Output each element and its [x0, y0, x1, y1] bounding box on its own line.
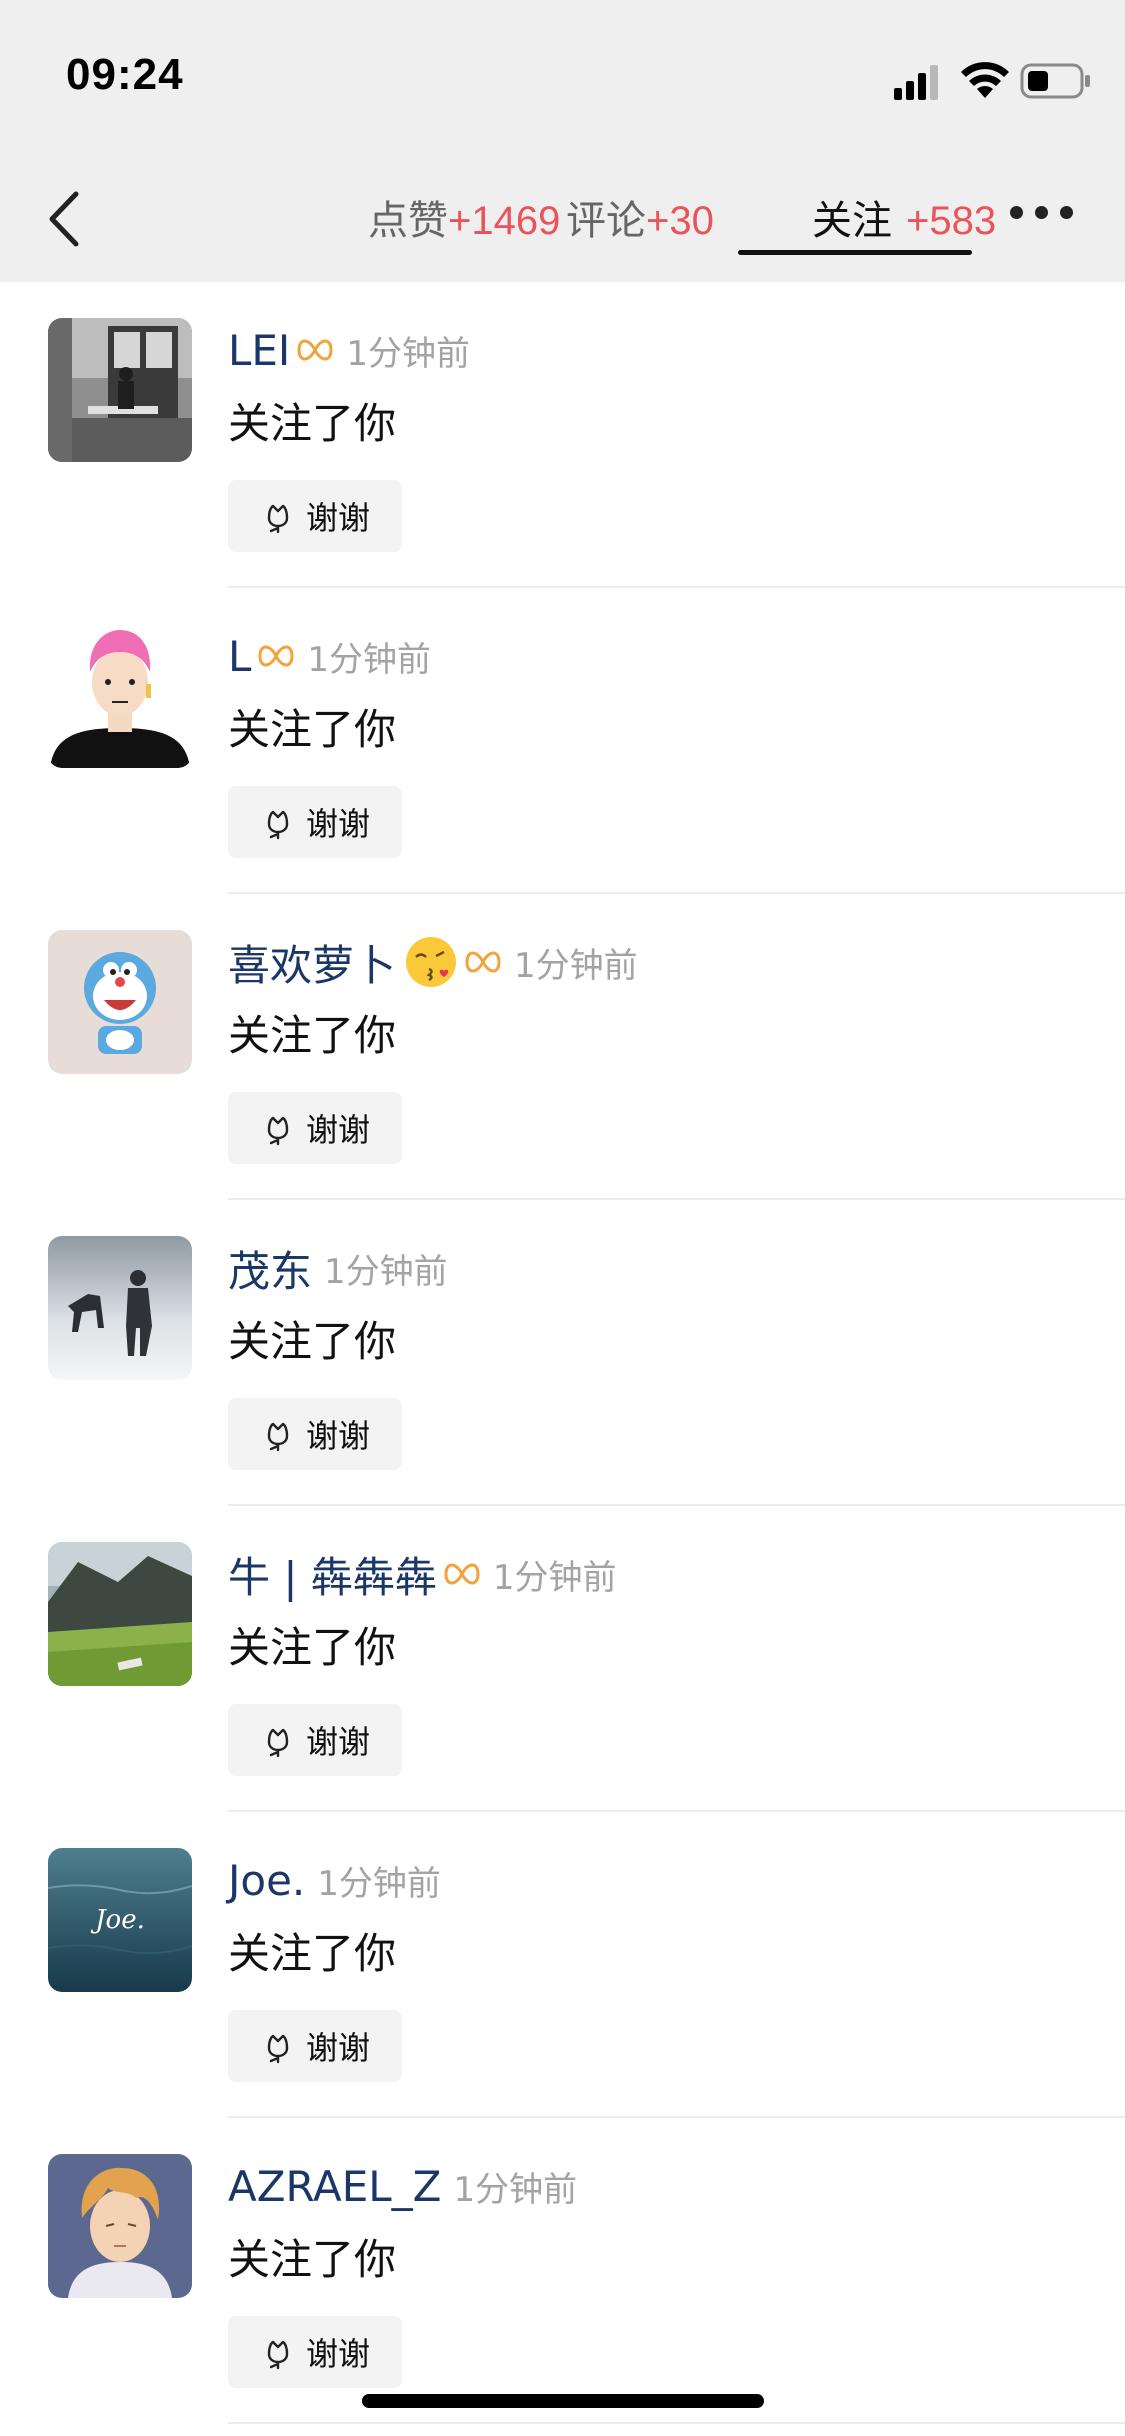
action-text: 关注了你: [228, 2235, 397, 2284]
timestamp: 1分钟前: [324, 1251, 448, 1292]
thanks-label: 谢谢: [305, 1417, 370, 1455]
timestamp: 1分钟前: [453, 2169, 578, 2210]
tab-comments-count: +30: [646, 199, 714, 243]
thanks-button[interactable]: 谢谢: [228, 2010, 402, 2082]
tab-likes[interactable]: 点赞+1469: [368, 188, 560, 246]
vip-badge-icon: [444, 1563, 480, 1585]
active-tab-indicator: [738, 250, 972, 255]
thanks-button[interactable]: 谢谢: [228, 1092, 402, 1164]
name-row: L 1分钟前: [228, 628, 431, 684]
username[interactable]: LEI: [228, 326, 290, 375]
list-item[interactable]: LEI 1分钟前 关注了你 谢谢: [0, 282, 1125, 588]
name-row: LEI 1分钟前: [228, 322, 470, 378]
vip-badge-icon: [258, 645, 294, 667]
flower-icon: [267, 1728, 289, 1758]
thanks-label: 谢谢: [305, 499, 370, 537]
thanks-label: 谢谢: [305, 805, 370, 843]
list-item[interactable]: 牛 | 犇犇犇 1分钟前 关注了你 谢谢: [0, 1506, 1125, 1812]
flower-icon: [267, 1422, 289, 1452]
name-row: 牛 | 犇犇犇 1分钟前: [228, 1546, 617, 1602]
thanks-button[interactable]: 谢谢: [228, 480, 402, 552]
name-row: AZRAEL_Z 1分钟前: [228, 2158, 577, 2214]
tab-comments-label: 评论: [566, 198, 646, 244]
username[interactable]: AZRAEL_Z: [228, 2162, 441, 2211]
thanks-button[interactable]: 谢谢: [228, 1704, 402, 1776]
avatar[interactable]: [48, 624, 192, 768]
more-icon[interactable]: [1010, 206, 1074, 222]
thanks-label: 谢谢: [305, 1111, 370, 1149]
status-time: 09:24: [66, 50, 184, 99]
flower-icon: [267, 810, 289, 840]
username[interactable]: Joe.: [228, 1856, 305, 1905]
avatar-text: Joe.: [90, 1905, 145, 1935]
tab-follow-label: 关注: [812, 198, 892, 244]
tab-follow-count: +583: [906, 199, 997, 243]
header-area: 09:24 点赞+1469 评论+30 关注 +583: [0, 0, 1125, 282]
name-row: 喜欢萝卜 1分钟前: [228, 934, 638, 990]
avatar[interactable]: [48, 1236, 192, 1380]
action-text: 关注了你: [228, 705, 397, 754]
list-item[interactable]: L 1分钟前 关注了你 谢谢: [0, 588, 1125, 894]
wifi-icon: [961, 62, 1009, 98]
username[interactable]: 牛 | 犇犇犇: [228, 1544, 437, 1605]
thanks-label: 谢谢: [305, 2335, 370, 2373]
action-text: 关注了你: [228, 1011, 397, 1060]
action-text: 关注了你: [228, 1623, 397, 1672]
avatar[interactable]: Joe.: [48, 1848, 192, 1992]
nav-bar: 点赞+1469 评论+30 关注 +583: [0, 160, 1125, 282]
home-indicator[interactable]: [362, 2394, 764, 2408]
back-icon[interactable]: [40, 184, 90, 254]
follow-list: LEI 1分钟前 关注了你 谢谢 L 1分钟前 关注了你 谢谢 喜欢萝卜 1分钟…: [0, 282, 1125, 2424]
avatar[interactable]: [48, 318, 192, 462]
vip-badge-icon: [465, 951, 501, 973]
flower-icon: [267, 504, 289, 534]
vip-badge-icon: [297, 339, 333, 361]
divider: [228, 2422, 1125, 2424]
timestamp: 1分钟前: [492, 1557, 617, 1598]
thanks-button[interactable]: 谢谢: [228, 786, 402, 858]
avatar[interactable]: [48, 930, 192, 1074]
avatar[interactable]: [48, 2154, 192, 2298]
username[interactable]: 喜欢萝卜: [228, 932, 396, 993]
thanks-label: 谢谢: [305, 2029, 370, 2067]
status-bar: 09:24: [0, 0, 1125, 160]
username[interactable]: 茂东: [228, 1238, 312, 1299]
action-text: 关注了你: [228, 1317, 397, 1366]
list-item[interactable]: 茂东 1分钟前 关注了你 谢谢: [0, 1200, 1125, 1506]
timestamp: 1分钟前: [317, 1863, 441, 1904]
flower-icon: [267, 2340, 289, 2370]
list-item[interactable]: Joe. Joe. 1分钟前 关注了你 谢谢: [0, 1812, 1125, 2118]
thanks-label: 谢谢: [305, 1723, 370, 1761]
username[interactable]: L: [228, 632, 251, 681]
action-text: 关注了你: [228, 1929, 397, 1978]
timestamp: 1分钟前: [307, 639, 432, 680]
flower-icon: [267, 1116, 289, 1146]
tab-likes-count: +1469: [448, 199, 561, 243]
list-item[interactable]: 喜欢萝卜 1分钟前 关注了你 谢谢: [0, 894, 1125, 1200]
name-row: Joe. 1分钟前: [228, 1852, 441, 1908]
list-item[interactable]: AZRAEL_Z 1分钟前 关注了你 谢谢: [0, 2118, 1125, 2424]
kiss-emoji-icon: [406, 937, 457, 987]
flower-icon: [267, 2034, 289, 2064]
name-row: 茂东 1分钟前: [228, 1240, 448, 1296]
tab-likes-label: 点赞: [368, 198, 448, 244]
battery-icon: [1020, 63, 1090, 99]
tab-comments[interactable]: 评论+30: [566, 188, 714, 246]
action-text: 关注了你: [228, 399, 397, 448]
tab-follow[interactable]: 关注 +583: [812, 188, 996, 246]
thanks-button[interactable]: 谢谢: [228, 1398, 402, 1470]
timestamp: 1分钟前: [514, 945, 638, 986]
avatar[interactable]: [48, 1542, 192, 1686]
signal-icon: [894, 65, 938, 100]
thanks-button[interactable]: 谢谢: [228, 2316, 402, 2388]
timestamp: 1分钟前: [346, 333, 470, 374]
